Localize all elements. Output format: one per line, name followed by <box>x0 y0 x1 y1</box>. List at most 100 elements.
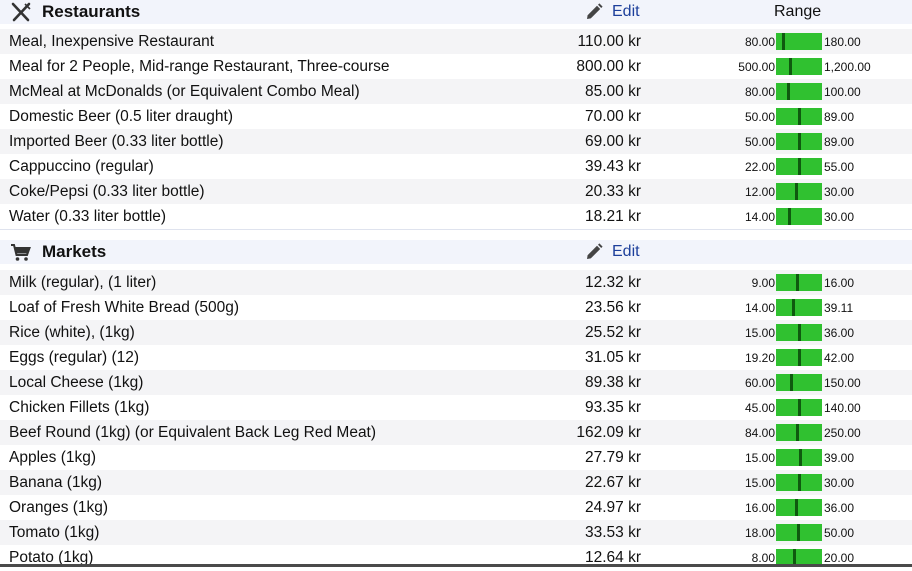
range-min: 12.00 <box>744 185 775 199</box>
range-marker <box>796 274 799 291</box>
edit-label: Edit <box>612 243 640 260</box>
item-name: Eggs (regular) (12) <box>9 349 140 366</box>
item-name: Imported Beer (0.33 liter bottle) <box>9 133 224 150</box>
table-row: Rice (white), (1kg) 25.52 kr 15.00 36.00 <box>0 320 912 345</box>
table-row: Meal, Inexpensive Restaurant 110.00 kr 80.… <box>0 29 912 54</box>
item-name: Domestic Beer (0.5 liter draught) <box>9 108 233 125</box>
range-marker <box>790 374 793 391</box>
range-marker <box>789 58 792 75</box>
range-min: 15.00 <box>744 451 775 465</box>
item-price: 800.00 kr <box>576 58 641 75</box>
range-bar <box>776 524 822 541</box>
range-max: 55.00 <box>824 160 855 174</box>
range-bar <box>776 183 822 200</box>
range-min: 50.00 <box>744 135 775 149</box>
range-min: 9.00 <box>751 276 775 290</box>
range-min: 84.00 <box>744 426 775 440</box>
range-min: 50.00 <box>744 110 775 124</box>
range-bar <box>776 208 822 225</box>
item-price: 31.05 kr <box>584 349 641 366</box>
section-header-restaurants: Restaurants Edit Range <box>0 0 912 24</box>
range-max: 100.00 <box>824 85 861 99</box>
item-price: 24.97 kr <box>584 499 641 516</box>
range-marker <box>792 299 795 316</box>
item-price: 39.43 kr <box>584 158 641 175</box>
range-marker <box>798 399 801 416</box>
item-price: 162.09 kr <box>576 424 641 441</box>
section-title: Markets <box>42 242 107 261</box>
range-marker <box>796 424 799 441</box>
item-name: Oranges (1kg) <box>9 499 109 516</box>
pencil-icon <box>587 243 603 259</box>
table-row: Banana (1kg) 22.67 kr 15.00 30.00 <box>0 470 912 495</box>
range-bar <box>776 133 822 150</box>
item-price: 70.00 kr <box>584 108 641 125</box>
table-row: Meal for 2 People, Mid-range Restaurant,… <box>0 54 912 79</box>
range-marker <box>795 183 798 200</box>
range-bar <box>776 449 822 466</box>
range-bar <box>776 299 822 316</box>
range-max: 36.00 <box>824 326 855 340</box>
table-row: Domestic Beer (0.5 liter draught) 70.00 k… <box>0 104 912 129</box>
range-marker <box>799 449 802 466</box>
cost-of-living-table: Restaurants Edit Range Meal, Inexpensive… <box>0 0 912 567</box>
item-price: 25.52 kr <box>584 324 641 341</box>
range-bar <box>776 399 822 416</box>
fork-knife-icon <box>11 2 31 22</box>
range-max: 89.00 <box>824 135 855 149</box>
table-row: Chicken Fillets (1kg) 93.35 kr 45.00 140.00 <box>0 395 912 420</box>
range-marker <box>798 133 801 150</box>
table-row: Loaf of Fresh White Bread (500g) 23.56 kr… <box>0 295 912 320</box>
range-bar <box>776 499 822 516</box>
item-price: 85.00 kr <box>584 83 641 100</box>
range-min: 80.00 <box>744 85 775 99</box>
item-name: Meal for 2 People, Mid-range Restaurant,… <box>9 58 390 75</box>
range-bar <box>776 424 822 441</box>
range-min: 80.00 <box>744 35 775 49</box>
item-price: 22.67 kr <box>584 474 641 491</box>
range-marker <box>797 524 800 541</box>
item-name: Tomato (1kg) <box>9 524 100 541</box>
table-row: Tomato (1kg) 33.53 kr 18.00 50.00 <box>0 520 912 545</box>
range-min: 16.00 <box>744 501 775 515</box>
item-name: Chicken Fillets (1kg) <box>9 399 150 416</box>
range-marker <box>788 208 791 225</box>
range-min: 18.00 <box>744 526 775 540</box>
item-price: 93.35 kr <box>584 399 641 416</box>
range-bar <box>776 33 822 50</box>
range-min: 15.00 <box>744 476 775 490</box>
range-bar <box>776 58 822 75</box>
table-row: Milk (regular), (1 liter) 12.32 kr 9.00 16.… <box>0 270 912 295</box>
item-price: 110.00 kr <box>577 33 641 50</box>
pencil-icon <box>587 3 603 19</box>
item-name: Beef Round (1kg) (or Equivalent Back Leg… <box>9 424 377 441</box>
item-price: 69.00 kr <box>584 133 641 150</box>
shopping-cart-icon <box>11 244 31 261</box>
range-max: 140.00 <box>824 401 861 415</box>
range-max: 89.00 <box>824 110 855 124</box>
table-row: Oranges (1kg) 24.97 kr 16.00 36.00 <box>0 495 912 520</box>
range-min: 60.00 <box>744 376 775 390</box>
range-bar <box>776 349 822 366</box>
range-marker <box>798 324 801 341</box>
section-header-markets: Markets Edit <box>0 240 912 264</box>
item-price: 18.21 kr <box>584 208 641 225</box>
item-price: 23.56 kr <box>584 299 641 316</box>
table-row: Apples (1kg) 27.79 kr 15.00 39.00 <box>0 445 912 470</box>
range-bar <box>776 324 822 341</box>
table-row: McMeal at McDonalds (or Equivalent Combo… <box>0 79 912 104</box>
range-min: 45.00 <box>744 401 775 415</box>
range-min: 14.00 <box>744 301 775 315</box>
table-row: Beef Round (1kg) (or Equivalent Back Leg… <box>0 420 912 445</box>
item-name: Apples (1kg) <box>9 449 97 466</box>
table-row: Imported Beer (0.33 liter bottle) 69.00 k… <box>0 129 912 154</box>
range-min: 15.00 <box>744 326 775 340</box>
range-column-header: Range <box>774 3 822 20</box>
item-name: Milk (regular), (1 liter) <box>9 274 157 291</box>
item-name: Local Cheese (1kg) <box>9 374 144 391</box>
range-max: 39.00 <box>824 451 855 465</box>
range-marker <box>798 158 801 175</box>
item-price: 27.79 kr <box>584 449 641 466</box>
item-price: 89.38 kr <box>584 374 641 391</box>
table-row: Eggs (regular) (12) 31.05 kr 19.20 42.00 <box>0 345 912 370</box>
